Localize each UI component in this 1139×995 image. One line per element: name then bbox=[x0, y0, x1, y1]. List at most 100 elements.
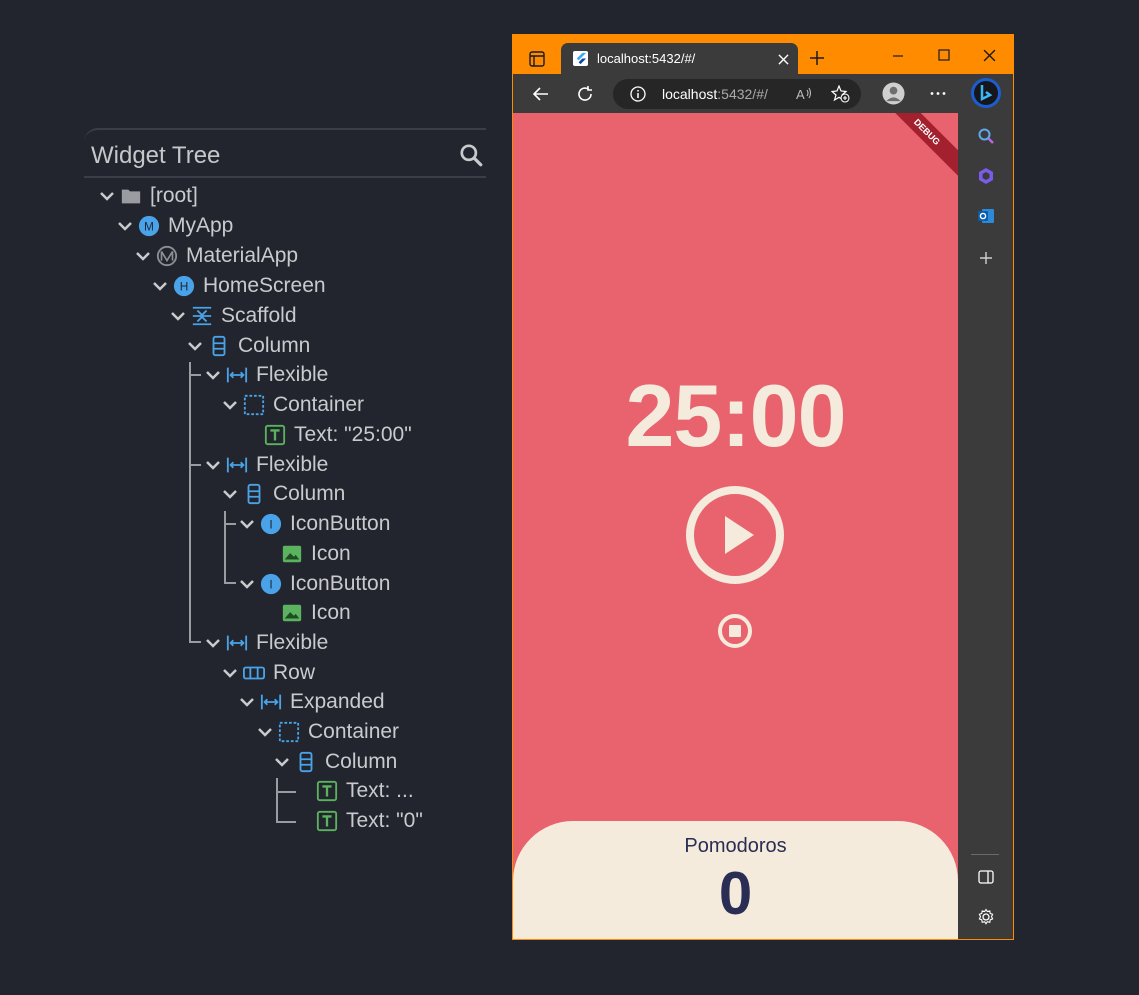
hide-sidebar-icon[interactable] bbox=[978, 870, 994, 884]
url-path: :5432/#/ bbox=[717, 86, 768, 102]
search-icon[interactable] bbox=[977, 127, 995, 145]
tab-bar: localhost:5432/#/ bbox=[512, 34, 1014, 74]
tree-node-materialapp[interactable]: MaterialApp bbox=[134, 243, 298, 269]
column-icon bbox=[247, 483, 261, 505]
add-sidebar-app-icon[interactable] bbox=[979, 251, 993, 265]
play-button[interactable] bbox=[685, 485, 785, 585]
tree-node-flexible[interactable]: Flexible bbox=[204, 362, 328, 388]
chevron-down-icon[interactable] bbox=[221, 485, 239, 503]
tree-node-label: Expanded bbox=[290, 690, 385, 713]
outlook-icon[interactable] bbox=[977, 207, 995, 225]
tree-node-text[interactable]: Text: ... bbox=[316, 778, 414, 804]
settings-gear-icon[interactable] bbox=[977, 908, 995, 926]
chevron-down-icon[interactable] bbox=[151, 277, 169, 295]
chevron-down-icon[interactable] bbox=[221, 664, 239, 682]
tree-node-column[interactable]: Column bbox=[186, 333, 310, 359]
tree-node-label: HomeScreen bbox=[203, 274, 326, 297]
tree-node-label: Column bbox=[273, 482, 346, 505]
tree-node-container[interactable]: Container bbox=[256, 719, 399, 745]
column-icon bbox=[299, 751, 313, 773]
tree-node-icon[interactable]: Icon bbox=[281, 600, 351, 626]
svg-text:H: H bbox=[180, 280, 189, 294]
circle-I-icon: I bbox=[260, 573, 282, 595]
material-M-icon bbox=[156, 245, 178, 267]
pomodoro-counter-card: Pomodoros 0 bbox=[513, 821, 958, 939]
search-icon[interactable] bbox=[458, 142, 484, 168]
chevron-down-icon[interactable] bbox=[204, 634, 222, 652]
tree-node-column[interactable]: Column bbox=[221, 481, 345, 507]
image-icon bbox=[282, 604, 302, 622]
stop-button[interactable] bbox=[718, 614, 752, 648]
profile-avatar-icon[interactable] bbox=[882, 82, 905, 105]
back-arrow-icon[interactable] bbox=[532, 85, 550, 103]
address-bar[interactable]: localhost:5432/#/ A bbox=[613, 79, 861, 109]
close-tab-icon[interactable] bbox=[778, 54, 789, 65]
tree-guide-line bbox=[224, 582, 236, 584]
tree-node-homescreen[interactable]: H HomeScreen bbox=[151, 273, 326, 299]
svg-text:A: A bbox=[796, 87, 805, 102]
more-options-icon[interactable] bbox=[930, 91, 946, 96]
flexible-icon bbox=[226, 635, 248, 651]
flutter-logo-icon bbox=[573, 51, 588, 66]
chevron-down-icon[interactable] bbox=[238, 693, 256, 711]
chevron-down-icon[interactable] bbox=[238, 515, 256, 533]
new-tab-icon[interactable] bbox=[809, 50, 825, 66]
tree-node-label: IconButton bbox=[290, 572, 391, 595]
tree-node-label: Column bbox=[325, 750, 398, 773]
tree-node-container[interactable]: Container bbox=[221, 392, 364, 418]
tab-actions-icon[interactable] bbox=[529, 51, 545, 67]
widget-tree-header: Widget Tree bbox=[84, 128, 486, 178]
column-icon bbox=[212, 335, 226, 357]
tab-title: localhost:5432/#/ bbox=[597, 51, 696, 66]
browser-window: localhost:5432/#/ localhost:5432/#/ A DE… bbox=[512, 34, 1014, 940]
site-info-icon[interactable] bbox=[630, 86, 646, 102]
tree-node-text[interactable]: Text: "0" bbox=[316, 808, 423, 834]
chevron-down-icon[interactable] bbox=[186, 337, 204, 355]
tree-node-text[interactable]: Text: "25:00" bbox=[264, 422, 412, 448]
close-window-icon[interactable] bbox=[983, 49, 996, 62]
scaffold-icon bbox=[192, 306, 212, 326]
tree-node-flexible[interactable]: Flexible bbox=[204, 630, 328, 656]
tree-node-myapp[interactable]: M MyApp bbox=[116, 213, 233, 239]
chevron-down-icon[interactable] bbox=[98, 187, 116, 205]
tree-node-root[interactable]: [root] bbox=[98, 183, 198, 209]
circle-I-icon: I bbox=[260, 513, 282, 535]
maximize-icon[interactable] bbox=[938, 49, 950, 61]
container-icon bbox=[278, 721, 300, 743]
tree-node-scaffold[interactable]: Scaffold bbox=[169, 303, 297, 329]
tree-node-label: Icon bbox=[311, 542, 351, 565]
tree-node-expanded[interactable]: Expanded bbox=[238, 689, 385, 715]
bing-copilot-icon[interactable] bbox=[970, 77, 1002, 109]
chevron-down-icon[interactable] bbox=[221, 396, 239, 414]
tree-node-iconbutton[interactable]: I IconButton bbox=[238, 511, 390, 537]
read-aloud-icon[interactable]: A bbox=[796, 86, 813, 102]
refresh-icon[interactable] bbox=[576, 85, 594, 103]
tree-node-flexible[interactable]: Flexible bbox=[204, 452, 328, 478]
chevron-down-icon[interactable] bbox=[273, 753, 291, 771]
tree-node-label: Container bbox=[308, 720, 400, 743]
tree-node-row[interactable]: Row bbox=[221, 660, 315, 686]
tree-node-label: Container bbox=[273, 393, 365, 416]
browser-sidebar bbox=[958, 113, 1013, 939]
chevron-down-icon[interactable] bbox=[169, 307, 187, 325]
chevron-down-icon[interactable] bbox=[256, 723, 274, 741]
favorite-add-icon[interactable] bbox=[831, 85, 850, 103]
flexible-icon bbox=[226, 457, 248, 473]
chevron-down-icon[interactable] bbox=[204, 366, 222, 384]
tab-localhost[interactable]: localhost:5432/#/ bbox=[561, 43, 798, 74]
tree-node-label: Text: "25:00" bbox=[294, 423, 412, 446]
chevron-down-icon[interactable] bbox=[204, 456, 222, 474]
minimize-icon[interactable] bbox=[892, 50, 904, 62]
tree-node-label: IconButton bbox=[290, 512, 391, 535]
chevron-down-icon[interactable] bbox=[238, 575, 256, 593]
svg-text:I: I bbox=[269, 518, 272, 532]
chevron-down-icon[interactable] bbox=[116, 217, 134, 235]
folder-icon bbox=[121, 189, 141, 204]
svg-text:M: M bbox=[144, 220, 154, 234]
tree-node-column[interactable]: Column bbox=[273, 749, 397, 775]
tree-node-iconbutton[interactable]: I IconButton bbox=[238, 571, 390, 597]
timer-display: 25:00 bbox=[625, 366, 846, 465]
tree-node-icon[interactable]: Icon bbox=[281, 541, 351, 567]
chevron-down-icon[interactable] bbox=[134, 247, 152, 265]
copilot-icon[interactable] bbox=[977, 167, 995, 185]
